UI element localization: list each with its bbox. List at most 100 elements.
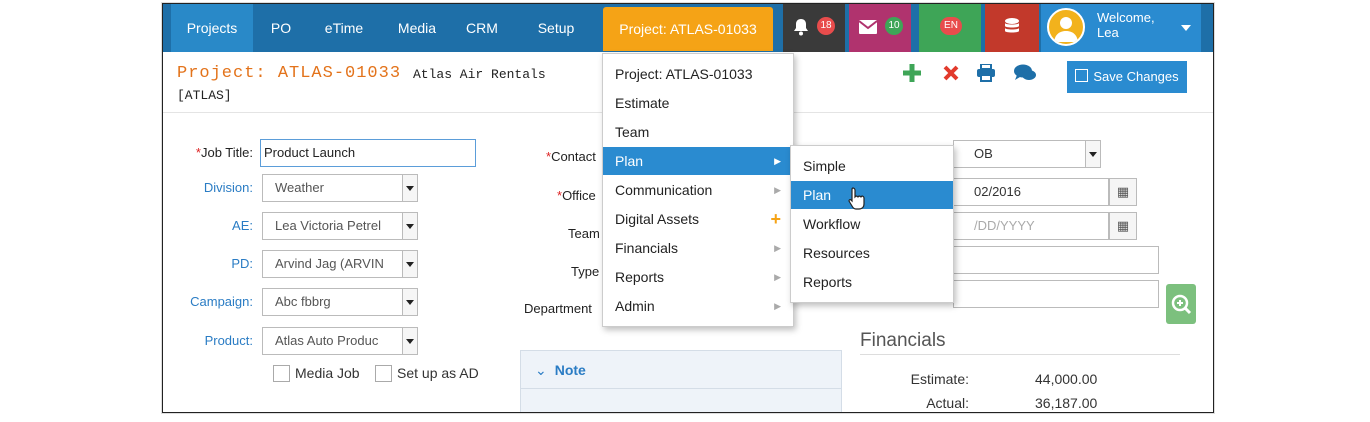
nav-projects[interactable]: Projects (171, 4, 253, 52)
nav-etime[interactable]: eTime (313, 4, 375, 52)
search-zoom-button[interactable] (1166, 284, 1196, 324)
start-date-input[interactable]: 02/2016 (953, 178, 1109, 206)
chevron-down-icon (1085, 141, 1100, 167)
ae-select[interactable]: Lea Victoria Petrel (262, 212, 418, 240)
contact-label: *Contact (546, 149, 596, 164)
menu-item-estimate[interactable]: Estimate (603, 89, 793, 117)
estimate-label: Estimate: (910, 371, 969, 387)
plus-icon: + (770, 209, 781, 229)
menu-item-team[interactable]: Team (603, 118, 793, 146)
ae-label: AE: (232, 218, 253, 233)
campaign-select[interactable]: Abc fbbrg (262, 288, 418, 316)
language-button[interactable]: EN (919, 4, 981, 52)
setup-ad-label: Set up as AD (397, 365, 479, 381)
chevron-down-icon (402, 251, 417, 277)
job-title-label: *Job Title: (195, 145, 253, 160)
calendar-icon[interactable]: ▦ (1109, 212, 1137, 240)
database-icon (1005, 18, 1019, 41)
pd-select[interactable]: Arvind Jag (ARVIN (262, 250, 418, 278)
messages-button[interactable]: 10 (849, 4, 911, 52)
chevron-right-icon: ▶ (774, 243, 781, 253)
close-icon[interactable] (943, 64, 959, 87)
avatar (1047, 8, 1085, 46)
media-job-label: Media Job (295, 365, 360, 381)
notifications-button[interactable]: 18 (783, 4, 845, 52)
menu-item-admin[interactable]: Admin ▶ (603, 292, 793, 320)
chevron-down-icon (402, 175, 417, 201)
nav-setup[interactable]: Setup (525, 4, 587, 52)
chevron-right-icon: ▶ (774, 156, 781, 166)
job-title-input[interactable]: Product Launch (260, 139, 476, 167)
chevron-down-icon (402, 213, 417, 239)
menu-item-financials[interactable]: Financials ▶ (603, 234, 793, 262)
setup-ad-checkbox[interactable] (375, 365, 392, 382)
nav-po[interactable]: PO (259, 4, 303, 52)
menu-item-reports[interactable]: Reports ▶ (603, 263, 793, 291)
menu-item-communication[interactable]: Communication ▶ (603, 176, 793, 204)
department-label: Department (524, 301, 592, 316)
plan-submenu: Simple Plan Workflow Resources Reports (790, 145, 954, 303)
envelope-icon (858, 20, 878, 39)
submenu-item-reports[interactable]: Reports (791, 268, 953, 296)
product-label: Product: (204, 333, 253, 348)
nav-project-tab[interactable]: Project: ATLAS-01033 (603, 7, 773, 51)
print-icon[interactable] (976, 63, 996, 88)
nav-crm[interactable]: CRM (455, 4, 509, 52)
product-select[interactable]: Atlas Auto Produc (262, 327, 418, 355)
chevron-right-icon: ▶ (774, 301, 781, 311)
welcome-text: Welcome, Lea (1097, 10, 1155, 40)
calendar-icon[interactable]: ▦ (1109, 178, 1137, 206)
media-job-checkbox[interactable] (273, 365, 290, 382)
actual-label: Actual: (926, 395, 969, 411)
submenu-item-plan[interactable]: Plan (791, 181, 953, 209)
user-menu[interactable]: Welcome, Lea (1041, 4, 1201, 52)
note-header[interactable]: ⌄ Note (521, 351, 841, 389)
project-code: [ATLAS] (177, 88, 232, 103)
division-select[interactable]: Weather (262, 174, 418, 202)
campaign-label: Campaign: (190, 294, 253, 309)
notification-count-badge: 18 (817, 17, 835, 35)
app-window: Projects PO eTime Media CRM Setup Projec… (162, 3, 1214, 413)
team-label: Team (568, 226, 600, 241)
submenu-item-resources[interactable]: Resources (791, 239, 953, 267)
nav-media[interactable]: Media (387, 4, 447, 52)
project-dropdown-menu: Project: ATLAS-01033 Estimate Team Plan ▶ Com… (602, 53, 794, 327)
actual-value: 36,187.00 (1035, 395, 1098, 411)
right-select[interactable]: OB (953, 140, 1101, 168)
bell-icon (793, 18, 809, 41)
hand-cursor-icon (848, 187, 865, 210)
chevron-right-icon: ▶ (774, 185, 781, 195)
pd-label: PD: (231, 256, 253, 271)
note-panel: ⌄ Note (520, 350, 842, 412)
project-title: Project: ATLAS-01033 (177, 64, 402, 83)
message-count-badge: 10 (885, 17, 903, 35)
submenu-item-workflow[interactable]: Workflow (791, 210, 953, 238)
floppy-icon (1075, 69, 1089, 82)
top-nav-bar: Projects PO eTime Media CRM Setup Projec… (163, 4, 1213, 52)
type-label: Type (571, 264, 600, 279)
financials-divider (860, 354, 1180, 355)
submenu-item-simple[interactable]: Simple (791, 152, 953, 180)
chevron-down-icon: ⌄ (535, 362, 547, 378)
financials-title: Financials (860, 330, 946, 351)
estimate-value: 44,000.00 (1035, 371, 1098, 387)
chevron-down-icon (402, 289, 417, 315)
division-label: Division: (203, 180, 253, 195)
chevron-down-icon (402, 328, 417, 354)
language-badge: EN (940, 17, 962, 35)
menu-item-project-atlas-01033[interactable]: Project: ATLAS-01033 (603, 60, 793, 88)
company-name: Atlas Air Rentals (413, 67, 546, 82)
magnifier-icon (1171, 294, 1192, 315)
right-text-input-2[interactable] (953, 280, 1159, 308)
database-button[interactable] (985, 4, 1039, 52)
menu-item-plan[interactable]: Plan ▶ (603, 147, 793, 175)
caret-down-icon (1181, 25, 1191, 31)
comments-icon[interactable] (1014, 64, 1036, 88)
office-label: *Office (557, 188, 596, 203)
menu-item-digital-assets[interactable]: Digital Assets + (603, 205, 793, 233)
add-icon[interactable] (903, 64, 921, 88)
right-text-input[interactable] (953, 246, 1159, 274)
save-changes-button[interactable]: Save Changes (1067, 61, 1187, 93)
chevron-right-icon: ▶ (774, 272, 781, 282)
end-date-input[interactable]: /DD/YYYY (953, 212, 1109, 240)
